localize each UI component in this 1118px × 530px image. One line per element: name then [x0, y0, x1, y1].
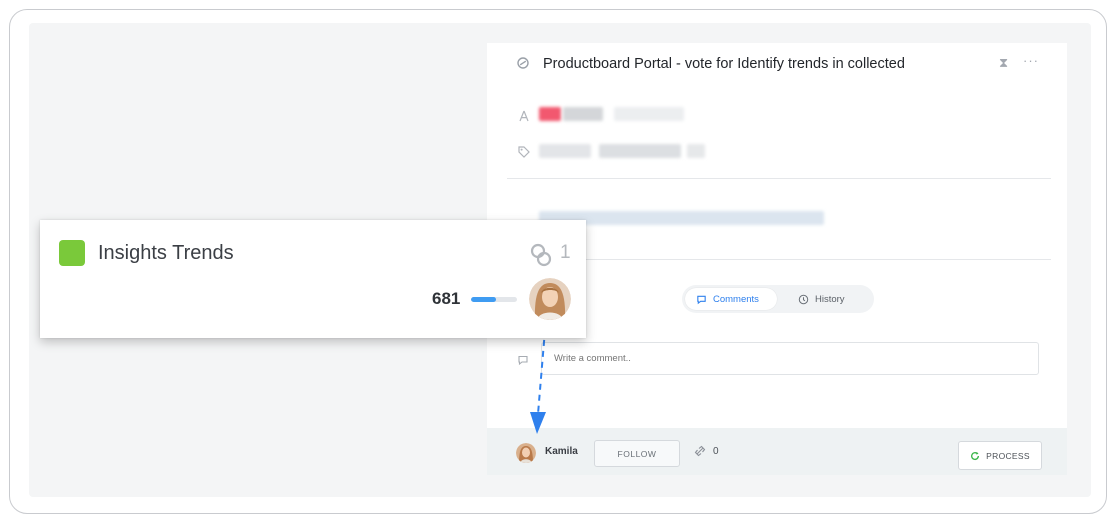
card-link-count: 1: [560, 242, 571, 263]
card-progress-bar: [471, 297, 517, 302]
arrowhead-icon: [530, 412, 546, 434]
card-progress-fill: [471, 297, 497, 302]
link-icon: [530, 243, 552, 267]
color-swatch: [59, 240, 85, 266]
avatar[interactable]: [529, 278, 571, 320]
card-title: Insights Trends: [98, 242, 234, 264]
insight-card[interactable]: Insights Trends 1 681: [40, 220, 586, 338]
card-value: 681: [432, 289, 461, 308]
